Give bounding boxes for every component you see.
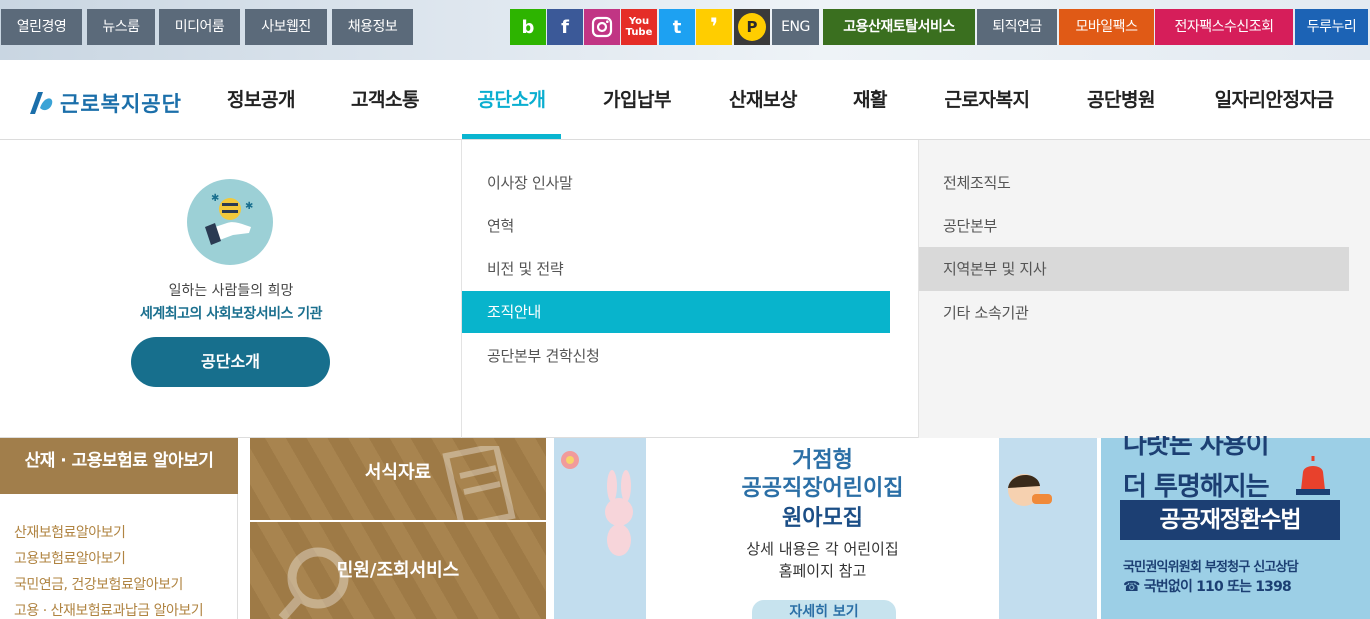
link-overpayment[interactable]: 고용 · 산재보험료과납금 알아보기 <box>14 600 204 619</box>
intro-subtitle: 일하는 사람들의 희망 <box>168 283 294 299</box>
submenu-history[interactable]: 연혁 <box>462 205 890 247</box>
submenu-tour-request[interactable]: 공단본부 견학신청 <box>462 335 890 377</box>
link-employment-premium[interactable]: 고용보험료알아보기 <box>14 548 126 568</box>
util-link-open-management[interactable]: 열린경영 <box>1 9 82 45</box>
logo-text: 근로복지공단 <box>60 92 182 116</box>
document-icon <box>442 446 516 526</box>
submenu-vision[interactable]: 비전 및 전략 <box>462 248 890 290</box>
finance-headline-1: 나랏돈 사용이 <box>1123 436 1269 460</box>
gnb-subscription-payment[interactable]: 가입납부 <box>588 60 686 140</box>
hand-coin-icon: ✱ ✱ <box>187 179 273 265</box>
link-industrial-premium[interactable]: 산재보험료알아보기 <box>14 522 126 542</box>
kakao-story-icon[interactable]: ❜ <box>696 9 732 45</box>
daycare-desc-1: 상세 내용은 각 어린이집 <box>746 540 899 558</box>
gnb-info-disclosure[interactable]: 정보공개 <box>212 60 310 140</box>
third-org-chart[interactable]: 전체조직도 <box>919 161 1349 205</box>
third-other-agencies[interactable]: 기타 소속기관 <box>919 291 1349 335</box>
gnb-job-stabilization[interactable]: 일자리안정자금 <box>1198 60 1350 140</box>
eng-link[interactable]: ENG <box>772 9 819 45</box>
forms-tile[interactable]: 서식자료 <box>250 438 546 526</box>
util-link-newsroom[interactable]: 뉴스룸 <box>87 9 155 45</box>
util-link-recruit[interactable]: 채용정보 <box>332 9 413 45</box>
gnb-hospital[interactable]: 공단병원 <box>1072 60 1170 140</box>
flower-icon <box>561 451 579 469</box>
siren-icon <box>1296 456 1330 495</box>
efax-link[interactable]: 전자팩스수신조회 <box>1155 9 1293 45</box>
active-menu-indicator <box>462 134 561 139</box>
daycare-title-2: 공공직장어린이집 <box>741 476 904 501</box>
svg-text:✱: ✱ <box>245 201 253 212</box>
pension-link[interactable]: 퇴직연금 <box>977 9 1057 45</box>
forms-tile-label: 서식자료 <box>364 462 432 483</box>
civil-service-tile-label: 민원/조회서비스 <box>336 560 460 581</box>
submenu-organization[interactable]: 조직안내 <box>462 291 890 333</box>
twitter-icon[interactable]: t <box>659 9 695 45</box>
finance-phone-line: ☎ 국번없이 110 또는 1398 <box>1123 579 1292 595</box>
finance-law-title: 공공재정환수법 <box>1120 500 1340 540</box>
total-service-link[interactable]: 고용산재토탈서비스 <box>823 9 975 45</box>
youtube-icon[interactable]: You Tube <box>621 9 657 45</box>
finance-report-line: 국민권익위원회 부정청구 신고상담 <box>1123 560 1299 575</box>
daycare-more-button[interactable]: 자세히 보기 <box>752 600 896 619</box>
submenu-ceo-greeting[interactable]: 이사장 인사말 <box>462 162 890 204</box>
link-pension-health-premium[interactable]: 국민연금, 건강보험료알아보기 <box>14 574 183 594</box>
util-link-webzine[interactable]: 사보웹진 <box>245 9 327 45</box>
finance-headline-2: 더 투명해지는 <box>1123 472 1270 502</box>
gnb-customer-communication[interactable]: 고객소통 <box>336 60 434 140</box>
third-regional-branches[interactable]: 지역본부 및 지사 <box>919 247 1349 291</box>
civil-service-tile[interactable]: 민원/조회서비스 <box>250 522 546 619</box>
about-button[interactable]: 공단소개 <box>131 337 330 387</box>
mobile-fax-link[interactable]: 모바일팩스 <box>1059 9 1154 45</box>
util-link-media-room[interactable]: 미디어룸 <box>159 9 240 45</box>
blog-icon[interactable]: b <box>510 9 546 45</box>
child-illustration <box>1008 474 1052 506</box>
site-logo[interactable]: 근로복지공단 <box>26 88 182 118</box>
durunuri-link[interactable]: 두루누리 <box>1295 9 1368 45</box>
third-headquarters[interactable]: 공단본부 <box>919 204 1349 248</box>
daycare-title-3: 원아모집 <box>782 506 863 531</box>
svg-text:✱: ✱ <box>211 193 219 204</box>
insurance-box-title: 산재 · 고용보험료 알아보기 <box>0 438 238 494</box>
gnb-about[interactable]: 공단소개 <box>462 60 561 140</box>
logo-icon <box>30 92 53 114</box>
bunny-illustration <box>605 470 633 556</box>
gnb-worker-welfare[interactable]: 근로자복지 <box>929 60 1045 140</box>
gnb-rehabilitation[interactable]: 재활 <box>838 60 902 140</box>
gnb-industrial-compensation[interactable]: 산재보상 <box>714 60 812 140</box>
instagram-icon[interactable] <box>584 9 620 45</box>
post-icon[interactable]: P <box>734 9 770 45</box>
daycare-desc-2: 홈페이지 참고 <box>778 562 867 580</box>
facebook-icon[interactable]: f <box>547 9 583 45</box>
intro-slogan: 세계최고의 사회보장서비스 기관 <box>139 306 323 322</box>
